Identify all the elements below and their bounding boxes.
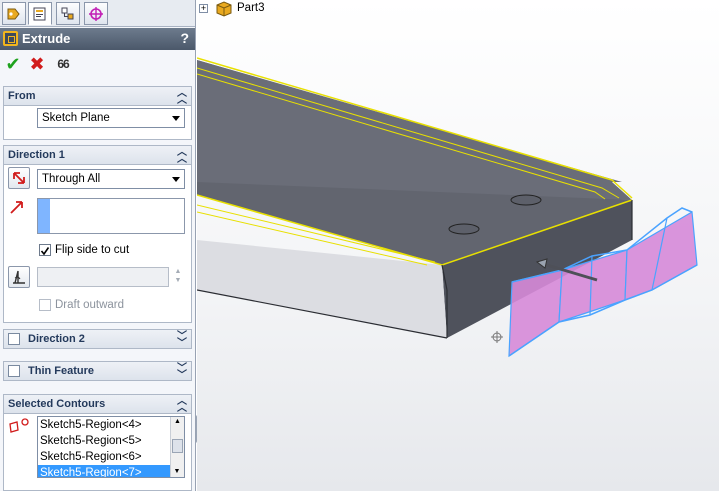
from-label: From — [8, 90, 36, 102]
direction-vector-icon — [10, 201, 23, 214]
list-scrollbar[interactable]: ▲ ▼ — [170, 417, 184, 477]
origin-triad-icon — [491, 331, 503, 343]
contours-group-body: Sketch5-Region<4> Sketch5-Region<5> Sket… — [3, 414, 192, 491]
scroll-down-icon[interactable]: ▼ — [171, 467, 183, 477]
tree-expand-toggle[interactable]: + — [199, 4, 208, 13]
property-manager-panel: Extrude ? ✔ ✖ 66 From ︿ ︿ Sketch Plane Di… — [0, 0, 196, 491]
model-hole — [448, 223, 480, 235]
contour-list-item[interactable]: Sketch5-Region<7> — [38, 465, 184, 477]
thin-feature-checkbox[interactable] — [8, 365, 20, 377]
model-hole — [510, 194, 542, 206]
thin-feature-label: Thin Feature — [28, 365, 95, 377]
collapse-chevron-icon: ︿ ︿ — [177, 147, 187, 165]
feature-title: Extrude — [22, 31, 71, 46]
tab-dimxpert-manager[interactable] — [84, 2, 108, 25]
property-manager-icon — [33, 7, 46, 21]
manager-tabs — [0, 0, 195, 27]
contour-list-item[interactable]: Sketch5-Region<6> — [38, 449, 184, 465]
from-group-header[interactable]: From ︿ ︿ — [3, 86, 192, 106]
direction2-label: Direction 2 — [28, 333, 85, 345]
collapse-chevron-icon: ︿ ︿ — [177, 396, 187, 414]
contour-list-item[interactable]: Sketch5-Region<5> — [38, 433, 184, 449]
thin-feature-group-header[interactable]: Thin Feature ﹀ ﹀ — [3, 361, 192, 381]
cancel-button[interactable]: ✖ — [27, 55, 47, 75]
expand-chevron-icon: ﹀ ﹀ — [177, 363, 187, 381]
draft-angle-icon — [13, 270, 25, 284]
draft-outward-label: Draft outward — [55, 299, 125, 311]
reverse-direction-icon — [13, 172, 25, 184]
contours-label: Selected Contours — [8, 398, 106, 410]
direction1-end-condition-select[interactable]: Through All — [37, 169, 185, 189]
model-viewport[interactable] — [197, 0, 719, 491]
scroll-thumb[interactable] — [172, 439, 183, 453]
part-icon — [216, 1, 232, 17]
expand-chevron-icon: ﹀ ﹀ — [177, 331, 187, 349]
feature-titlebar: Extrude ? — [0, 28, 195, 50]
model-top-face-edge — [197, 60, 632, 200]
checkmark-icon — [40, 247, 50, 256]
preview-button[interactable]: 66 — [53, 55, 73, 75]
ok-button[interactable]: ✔ — [3, 55, 23, 75]
contour-selection-icon — [9, 418, 29, 433]
direction2-group-header[interactable]: Direction 2 ﹀ ﹀ — [3, 329, 192, 349]
from-end-condition-value: Sketch Plane — [42, 112, 110, 124]
direction2-checkbox[interactable] — [8, 333, 20, 345]
direction1-label: Direction 1 — [8, 149, 65, 161]
tab-feature-manager[interactable] — [2, 2, 26, 25]
direction1-end-condition-value: Through All — [42, 173, 101, 185]
flip-side-checkbox[interactable] — [39, 244, 51, 256]
from-end-condition-select[interactable]: Sketch Plane — [37, 108, 185, 128]
selection-color-strip — [38, 199, 50, 233]
from-group-body: Sketch Plane — [3, 106, 192, 140]
contours-group-header[interactable]: Selected Contours ︿ ︿ — [3, 394, 192, 414]
draft-outward-checkbox[interactable] — [39, 299, 51, 311]
draft-toggle-button[interactable] — [8, 266, 30, 288]
part-name[interactable]: Part3 — [237, 2, 265, 14]
collapse-chevron-icon: ︿ ︿ — [177, 88, 187, 106]
direction1-group-header[interactable]: Direction 1 ︿ ︿ — [3, 145, 192, 165]
flip-side-label: Flip side to cut — [55, 244, 130, 256]
graphics-area[interactable] — [197, 0, 719, 491]
draft-angle-spinner[interactable]: ▲ ▼ — [172, 267, 184, 287]
dropdown-arrow-icon — [172, 177, 180, 182]
dimxpert-icon — [89, 7, 103, 21]
action-bar: ✔ ✖ 66 — [0, 52, 195, 76]
extrude-icon — [3, 31, 18, 46]
feature-tree-icon — [7, 8, 20, 20]
configuration-icon — [61, 7, 74, 20]
draft-angle-input[interactable] — [37, 267, 169, 287]
selected-contours-list[interactable]: Sketch5-Region<4> Sketch5-Region<5> Sket… — [37, 416, 185, 478]
scroll-up-icon[interactable]: ▲ — [171, 417, 184, 427]
tab-configuration-manager[interactable] — [56, 2, 80, 25]
direction-vector-field[interactable] — [37, 198, 185, 234]
direction1-group-body: Through All Flip side to cut ▲ ▼ Draft ou… — [3, 165, 192, 323]
help-icon[interactable]: ? — [180, 30, 189, 46]
reverse-direction-button[interactable] — [8, 167, 30, 189]
contour-list-item[interactable]: Sketch5-Region<4> — [38, 417, 184, 433]
dropdown-arrow-icon — [172, 116, 180, 121]
tab-property-manager[interactable] — [28, 2, 52, 25]
